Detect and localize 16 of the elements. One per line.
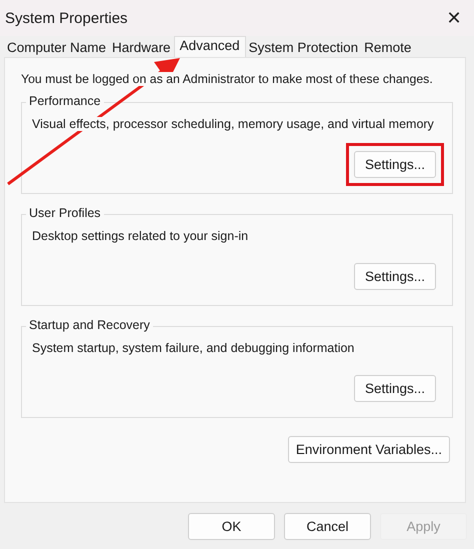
dialog-button[interactable]: OK — [188, 513, 275, 540]
tab[interactable]: Advanced — [174, 36, 246, 57]
group-description: Desktop settings related to your sign-in — [32, 229, 248, 243]
group-title: Startup and Recovery — [26, 318, 153, 332]
settings-button[interactable]: Settings... — [354, 151, 436, 178]
close-button[interactable]: ✕ — [434, 3, 474, 33]
dialog-button[interactable]: Cancel — [284, 513, 371, 540]
group-title: User Profiles — [26, 206, 104, 220]
notice-text: You must be logged on as an Administrator to make most of these changes. — [21, 72, 433, 86]
environment-variables-button[interactable]: Environment Variables... — [288, 436, 450, 463]
settings-button[interactable]: Settings... — [354, 375, 436, 402]
group-description: Visual effects, processor scheduling, memory usage, and virtual memory — [32, 117, 434, 131]
group-title: Performance — [26, 94, 104, 108]
group-description: System startup, system failure, and debugging information — [32, 341, 354, 355]
settings-button[interactable]: Settings... — [354, 263, 436, 290]
window-title: System Properties — [5, 10, 128, 26]
